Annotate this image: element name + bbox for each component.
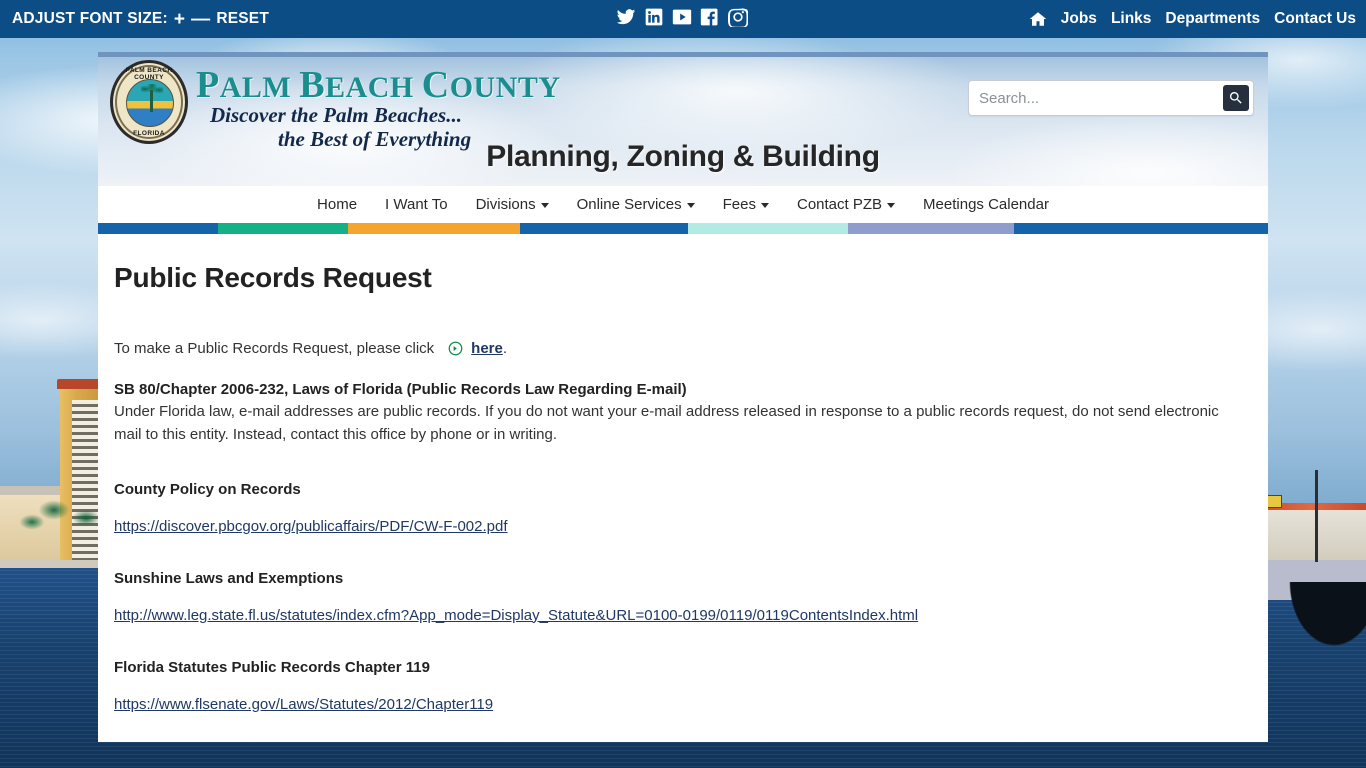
- wm-each: EACH: [325, 71, 422, 104]
- linkedin-icon[interactable]: [643, 6, 665, 28]
- nav-item-fees[interactable]: Fees: [709, 196, 783, 213]
- background-building-right: [1256, 510, 1366, 560]
- intro-paragraph: To make a Public Records Request, please…: [114, 340, 1252, 357]
- county-policy-link[interactable]: https://discover.pbcgov.org/publicaffair…: [114, 518, 508, 535]
- seal-bottom-text: FLORIDA: [133, 130, 165, 137]
- nav-item-contact-pzb[interactable]: Contact PZB: [783, 196, 909, 213]
- section-heading-county-policy: County Policy on Records: [114, 480, 301, 498]
- background-shore-left: [0, 560, 108, 568]
- wm-p: P: [196, 64, 220, 106]
- search-box[interactable]: [968, 80, 1254, 116]
- nav-item-divisions[interactable]: Divisions: [462, 196, 563, 213]
- reset-font-size-button[interactable]: RESET: [216, 10, 269, 28]
- intro-period: .: [502, 340, 508, 357]
- chevron-down-icon: [686, 203, 695, 208]
- chapter-119-link[interactable]: https://www.flsenate.gov/Laws/Statutes/2…: [114, 696, 493, 713]
- section-body-sb80: Under Florida law, e-mail addresses are …: [114, 403, 1219, 444]
- nav-item-contact-pzb-label: Contact PZB: [797, 196, 883, 213]
- search-button[interactable]: [1223, 85, 1249, 111]
- nav-item-i-want-to-label: I Want To: [385, 196, 448, 213]
- utility-nav-jobs[interactable]: Jobs: [1061, 10, 1097, 28]
- increase-font-size-button[interactable]: +: [174, 10, 185, 29]
- arrow-circle-right-icon: [448, 341, 463, 356]
- twitter-icon[interactable]: [615, 6, 637, 28]
- instagram-icon[interactable]: [727, 6, 749, 28]
- accent-strip-segment-6: [1014, 223, 1268, 234]
- main-navigation: Home I Want To Divisions Online Services…: [98, 186, 1268, 223]
- nav-item-meetings-calendar[interactable]: Meetings Calendar: [909, 196, 1063, 213]
- intro-text: To make a Public Records Request, please…: [114, 340, 435, 357]
- section-heading-chapter-119: Florida Statutes Public Records Chapter …: [114, 658, 430, 676]
- home-icon[interactable]: [1029, 10, 1047, 28]
- wordmark-county-name: PALM BEACH COUNTY: [196, 66, 561, 104]
- county-seal-icon: PALM BEACH COUNTY FLORIDA: [110, 60, 188, 144]
- adjust-font-size-label: ADJUST FONT SIZE:: [12, 10, 168, 27]
- background-palms-left: [20, 500, 106, 566]
- social-links: [615, 6, 749, 28]
- background-building-left-roof: [0, 486, 66, 495]
- page-container: PALM BEACH COUNTY FLORIDA PALM BEACH COU…: [98, 0, 1268, 768]
- nav-item-i-want-to[interactable]: I Want To: [371, 196, 462, 213]
- sunshine-laws-link-line: http://www.leg.state.fl.us/statutes/inde…: [114, 607, 1252, 625]
- facebook-icon[interactable]: [699, 6, 721, 28]
- wordmark: PALM BEACH COUNTY Discover the Palm Beac…: [196, 60, 561, 151]
- tagline-line-1: Discover the Palm Beaches...: [210, 103, 462, 127]
- utility-nav-contact-us[interactable]: Contact Us: [1274, 10, 1356, 28]
- nav-item-home-label: Home: [317, 196, 358, 213]
- decrease-font-size-button[interactable]: —: [191, 10, 210, 29]
- sunshine-laws-link[interactable]: http://www.leg.state.fl.us/statutes/inde…: [114, 607, 918, 624]
- accent-strip-segment-4: [688, 223, 848, 234]
- nav-item-online-services[interactable]: Online Services: [563, 196, 709, 213]
- accent-strip-segment-1: [218, 223, 348, 234]
- utility-nav-departments[interactable]: Departments: [1165, 10, 1260, 28]
- wm-ounty: OUNTY: [449, 71, 561, 104]
- site-logo[interactable]: PALM BEACH COUNTY FLORIDA PALM BEACH COU…: [110, 60, 561, 151]
- utility-nav-links[interactable]: Links: [1111, 10, 1151, 28]
- department-title: Planning, Zoning & Building: [486, 140, 880, 173]
- accent-strip-segment-3: [520, 223, 688, 234]
- font-size-controls: ADJUST FONT SIZE: + — RESET: [12, 10, 269, 29]
- search-icon: [1229, 91, 1242, 104]
- nav-item-online-services-label: Online Services: [576, 196, 682, 213]
- main-content: Public Records Request To make a Public …: [98, 234, 1268, 742]
- section-heading-sb80: SB 80/Chapter 2006-232, Laws of Florida …: [114, 381, 687, 398]
- page-title: Public Records Request: [114, 262, 432, 293]
- utility-bar: ADJUST FONT SIZE: + — RESET Jobs Links D…: [0, 0, 1366, 38]
- public-records-request-link[interactable]: here: [471, 340, 503, 357]
- background-bridge-arch: [1256, 582, 1366, 702]
- seal-emblem: [126, 79, 174, 127]
- wm-c: C: [421, 64, 450, 106]
- accent-color-strip: [98, 223, 1268, 234]
- accent-strip-segment-5: [848, 223, 1014, 234]
- palm-trunk: [150, 90, 153, 112]
- nav-item-meetings-calendar-label: Meetings Calendar: [923, 196, 1049, 213]
- header-top-rule: [98, 52, 1268, 57]
- youtube-icon[interactable]: [671, 6, 693, 28]
- nav-item-fees-label: Fees: [722, 196, 756, 213]
- section-heading-sunshine-laws: Sunshine Laws and Exemptions: [114, 569, 344, 587]
- county-policy-link-line: https://discover.pbcgov.org/publicaffair…: [114, 518, 1252, 536]
- chapter-119-link-line: https://www.flsenate.gov/Laws/Statutes/2…: [114, 696, 1252, 714]
- accent-strip-segment-2: [348, 223, 520, 234]
- wm-b: B: [299, 64, 326, 106]
- chevron-down-icon: [761, 203, 769, 208]
- wm-alm: ALM: [219, 71, 300, 104]
- background-light-pole: [1315, 470, 1318, 562]
- utility-nav: Jobs Links Departments Contact Us: [1029, 0, 1356, 38]
- chevron-down-icon: [540, 203, 549, 208]
- search-input[interactable]: [979, 89, 1223, 107]
- chevron-down-icon: [887, 203, 896, 208]
- site-header: PALM BEACH COUNTY FLORIDA PALM BEACH COU…: [98, 52, 1268, 186]
- nav-item-divisions-label: Divisions: [475, 196, 536, 213]
- nav-item-home[interactable]: Home: [303, 196, 371, 213]
- accent-strip-segment-0: [98, 223, 218, 234]
